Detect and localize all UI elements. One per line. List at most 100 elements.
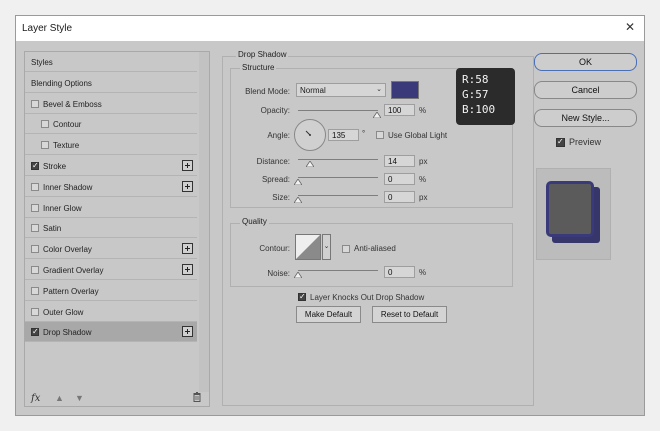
sidebar-item-label: Bevel & Emboss <box>43 99 102 109</box>
rgb-readout-g: G:57 <box>462 88 489 101</box>
sidebar-item-label: Pattern Overlay <box>43 286 99 296</box>
styles-scrollbar[interactable] <box>199 52 209 392</box>
sidebar-checkbox[interactable] <box>31 266 39 274</box>
global-light-label: Use Global Light <box>388 131 448 140</box>
chevron-down-icon: ⌄ <box>376 86 382 93</box>
drop-shadow-title: Drop Shadow <box>236 50 289 59</box>
add-effect-plus-icon[interactable] <box>182 180 193 192</box>
sidebar-checkbox[interactable] <box>31 307 39 316</box>
contour-label: Contour: <box>259 244 290 253</box>
distance-unit: px <box>419 157 428 166</box>
blend-mode-label: Blend Mode: <box>245 87 290 96</box>
size-input[interactable]: 0 <box>384 191 415 203</box>
noise-slider-thumb[interactable] <box>294 272 302 278</box>
sidebar-item-stroke[interactable]: Stroke <box>25 156 197 176</box>
preview-thumbnail <box>536 168 611 260</box>
distance-slider-thumb[interactable] <box>306 161 314 167</box>
add-effect-plus-icon[interactable] <box>182 160 193 171</box>
styles-list: Styles Blending Options Bevel & Emboss Cont… <box>24 51 210 407</box>
fx-icon[interactable]: fx <box>31 393 40 404</box>
preview-shape <box>546 181 594 237</box>
structure-title: Structure <box>240 63 277 72</box>
global-light-checkbox[interactable] <box>376 131 384 139</box>
contour-chevron-down-icon[interactable]: ⌄ <box>322 234 331 260</box>
sidebar-checkbox[interactable] <box>31 203 39 212</box>
distance-slider[interactable] <box>298 159 378 160</box>
sidebar-checkbox[interactable] <box>41 120 49 129</box>
sidebar-item-label: Gradient Overlay <box>43 266 104 275</box>
cancel-button[interactable]: Cancel <box>534 81 637 99</box>
spread-label: Spread: <box>261 175 290 184</box>
add-effect-plus-icon[interactable] <box>182 264 193 275</box>
sidebar-item-inner-shadow[interactable]: Inner Shadow <box>25 176 197 197</box>
rgb-readout-b: B:100 <box>462 103 496 116</box>
opacity-input[interactable]: 100 <box>384 104 415 116</box>
sidebar-checkbox[interactable] <box>31 327 39 337</box>
window-title: Layer Style <box>22 23 73 34</box>
sidebar-item-bevel-emboss[interactable]: Bevel & Emboss <box>25 93 197 114</box>
sidebar-item-label: Blending Options <box>31 78 92 88</box>
distance-input[interactable]: 14 <box>384 155 415 167</box>
sidebar-item-pattern-overlay[interactable]: Pattern Overlay <box>25 280 197 301</box>
sidebar-item-label: Contour <box>53 120 82 130</box>
add-effect-plus-icon[interactable] <box>182 326 193 338</box>
trash-icon[interactable] <box>193 392 201 402</box>
spread-input[interactable]: 0 <box>384 173 415 185</box>
sidebar-item-contour[interactable]: Contour <box>25 114 197 135</box>
size-unit: px <box>419 193 428 202</box>
add-effect-plus-icon[interactable] <box>182 243 193 255</box>
contour-picker[interactable] <box>295 234 321 260</box>
blend-mode-select[interactable]: Normal ⌄ <box>296 83 386 97</box>
size-slider[interactable] <box>298 195 378 196</box>
sidebar-item-label: Inner Shadow <box>43 182 93 192</box>
sidebar-item-styles[interactable]: Styles <box>25 52 197 72</box>
angle-label: Angle: <box>267 131 290 140</box>
spread-slider[interactable] <box>298 177 378 178</box>
spread-slider-thumb[interactable] <box>294 179 302 185</box>
anti-aliased-checkbox[interactable] <box>342 245 350 253</box>
sidebar-checkbox[interactable] <box>31 224 39 233</box>
layer-style-dialog: Layer Style ✕ Styles Blending Options Beve… <box>15 15 645 416</box>
blend-mode-value: Normal <box>300 86 326 95</box>
anti-aliased-label: Anti-aliased <box>354 244 396 253</box>
sidebar-checkbox[interactable] <box>31 182 39 191</box>
move-up-icon[interactable]: ▲ <box>55 393 64 403</box>
knocks-out-checkbox[interactable] <box>298 292 306 302</box>
shadow-color-swatch[interactable] <box>391 81 419 99</box>
sidebar-item-blending-options[interactable]: Blending Options <box>25 72 197 93</box>
sidebar-item-satin[interactable]: Satin <box>25 218 197 239</box>
ok-button[interactable]: OK <box>534 53 637 71</box>
rgb-readout-r: R:58 <box>462 73 489 86</box>
distance-label: Distance: <box>256 157 290 166</box>
sidebar-item-label: Stroke <box>43 162 67 171</box>
new-style-button[interactable]: New Style... <box>534 109 637 127</box>
noise-slider[interactable] <box>298 270 378 271</box>
noise-label: Noise: <box>267 269 290 278</box>
sidebar-checkbox[interactable] <box>31 286 39 295</box>
sidebar-item-label: Inner Glow <box>43 203 82 213</box>
close-icon[interactable]: ✕ <box>625 21 635 33</box>
angle-input[interactable]: 135 <box>328 129 359 141</box>
sidebar-checkbox[interactable] <box>31 245 39 254</box>
preview-checkbox[interactable] <box>556 137 565 147</box>
sidebar-item-drop-shadow[interactable]: Drop Shadow <box>25 322 197 343</box>
sidebar-item-gradient-overlay[interactable]: Gradient Overlay <box>25 260 197 280</box>
sidebar-item-texture[interactable]: Texture <box>25 135 197 156</box>
reset-to-default-button[interactable]: Reset to Default <box>372 306 447 323</box>
sidebar-checkbox[interactable] <box>31 99 39 108</box>
move-down-icon[interactable]: ▼ <box>75 393 84 403</box>
noise-unit: % <box>419 268 427 277</box>
make-default-button[interactable]: Make Default <box>296 306 361 323</box>
size-slider-thumb[interactable] <box>294 197 302 203</box>
noise-input[interactable]: 0 <box>384 266 415 278</box>
sidebar-item-color-overlay[interactable]: Color Overlay <box>25 239 197 260</box>
angle-dial[interactable] <box>294 119 326 151</box>
sidebar-checkbox[interactable] <box>41 141 49 150</box>
sidebar-checkbox[interactable] <box>31 161 39 171</box>
opacity-slider[interactable] <box>298 110 378 111</box>
opacity-slider-thumb[interactable] <box>373 112 381 118</box>
sidebar-item-outer-glow[interactable]: Outer Glow <box>25 301 197 322</box>
sidebar-item-inner-glow[interactable]: Inner Glow <box>25 197 197 218</box>
knocks-out-label: Layer Knocks Out Drop Shadow <box>310 293 425 302</box>
sidebar-item-label: Drop Shadow <box>43 328 92 338</box>
